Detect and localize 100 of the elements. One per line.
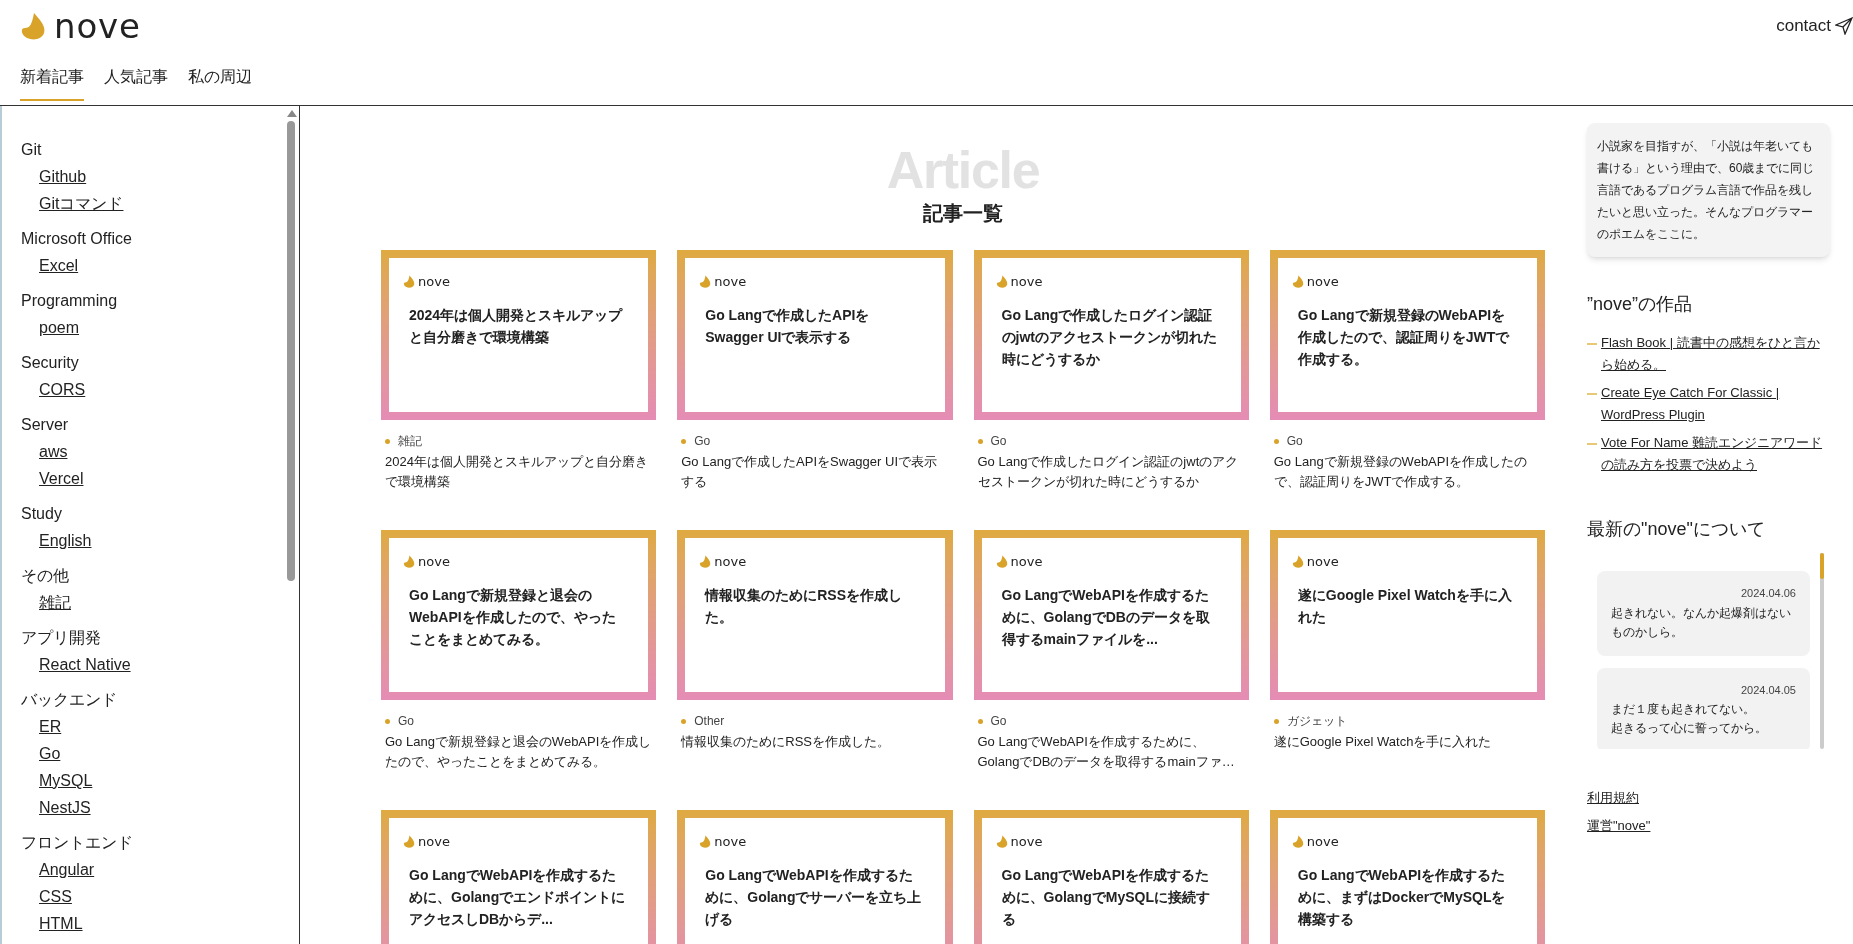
article-category: Go xyxy=(398,713,414,730)
card-title: Go LangでWebAPIを作成するために、Golangでサーバーを立ち上げる xyxy=(704,865,923,929)
article-category: ガジェット xyxy=(1286,713,1347,730)
category-link[interactable]: NestJS xyxy=(39,799,91,816)
nav-tab[interactable]: 人気記事 xyxy=(104,65,168,102)
logo-drop-icon xyxy=(20,11,46,40)
card-title: Go LangでWebAPIを作成するために、まずはDockerでMySQLを構築する xyxy=(1296,865,1507,929)
category-heading: Security xyxy=(21,353,80,373)
category-heading: フロントエンド xyxy=(21,833,134,853)
article-card[interactable]: nove Go Langで新規登録のWebAPIを作成したので、認証周りをJWTで作成する。 xyxy=(1269,250,1545,420)
card-brand: nove xyxy=(418,553,450,571)
card-title: 2024年は個人開発とスキルアップと自分磨きで環境構築 xyxy=(408,305,624,347)
category-link[interactable]: Github xyxy=(39,168,87,185)
article-card[interactable]: nove Go LangでWebAPIを作成するために、GolangでMySQLに接続する xyxy=(973,810,1249,944)
site-logo[interactable]: nove xyxy=(54,8,141,43)
nav-tab[interactable]: 新着記事 xyxy=(20,65,84,102)
card-brand: nove xyxy=(714,833,747,851)
category-link[interactable]: React Native xyxy=(39,656,131,673)
article-category: Go xyxy=(990,713,1007,730)
article-card[interactable]: nove Go LangでWebAPIを作成するために、GolangでエンドポイントにアクセスしDBからデ... xyxy=(381,810,657,944)
logo-drop-icon xyxy=(1291,275,1304,289)
category-link[interactable]: Excel xyxy=(39,257,79,274)
news-date: 2024.04.05 xyxy=(1739,682,1796,698)
category-link[interactable]: Gitコマンド xyxy=(39,195,124,212)
work-link[interactable]: Vote For Name 難読エンジニアワードの読み方を投票で決めよう xyxy=(1601,432,1830,476)
nav-tab[interactable]: 私の周辺 xyxy=(188,65,252,102)
article-card[interactable]: nove 遂にGoogle Pixel Watchを手に入れた xyxy=(1269,530,1545,700)
logo-drop-icon xyxy=(995,275,1008,289)
scrollbar[interactable] xyxy=(1820,553,1824,749)
card-title: Go LangでWebAPIを作成するために、GolangでMySQLに接続する xyxy=(1000,865,1211,929)
work-link[interactable]: Flash Book | 読書中の感想をひと言から始める。 xyxy=(1601,332,1830,376)
news-text: 起きるって心に誓ってから。 xyxy=(1611,720,1768,737)
section-heading: 記事一覧 xyxy=(923,201,1003,226)
category-heading: Programming xyxy=(21,291,119,311)
category-link[interactable]: Vercel xyxy=(39,470,84,487)
footer-link[interactable]: 運営"nove" xyxy=(1587,818,1651,833)
category-link[interactable]: CORS xyxy=(39,381,86,398)
logo-drop-icon xyxy=(995,835,1008,849)
logo-drop-icon xyxy=(1291,555,1304,569)
category-heading: Server xyxy=(21,415,70,435)
contact-link[interactable]: contact xyxy=(1776,12,1853,39)
category-link[interactable]: Go xyxy=(39,745,61,762)
category-link[interactable]: ER xyxy=(39,718,62,735)
article-excerpt: 遂にGoogle Pixel Watchを手に入れた xyxy=(1272,733,1493,751)
logo-drop-icon xyxy=(995,555,1008,569)
category-link[interactable]: aws xyxy=(39,443,68,460)
dash-icon xyxy=(1587,443,1597,445)
logo-drop-icon xyxy=(403,555,415,569)
news-text: 起きれない。なんか起爆剤はないものかしら。 xyxy=(1611,604,1792,641)
card-brand: nove xyxy=(1010,833,1043,851)
article-category: Go xyxy=(990,433,1007,450)
category-heading: バックエンド xyxy=(21,690,118,710)
work-link[interactable]: Create Eye Catch For Classic | WordPress Plugin xyxy=(1601,382,1830,426)
card-title: Go Langで新規登録と退会のWebAPIを作成したので、やったことをまとめてみる。 xyxy=(408,585,617,649)
article-excerpt: Go LangでWebAPIを作成するために、GolangでDBのデータを取得するmainファ… xyxy=(976,733,1236,771)
card-title: Go Langで作成したログイン認証のjwtのアクセストークンが切れた時にどうするか xyxy=(1000,305,1218,369)
article-card[interactable]: nove 2024年は個人開発とスキルアップと自分磨きで環境構築 xyxy=(381,250,657,420)
article-category: Go xyxy=(694,433,711,450)
article-card[interactable]: nove Go Langで作成したログイン認証のjwtのアクセストークンが切れた時にどうするか xyxy=(973,250,1249,420)
category-link[interactable]: 雑記 xyxy=(39,594,71,611)
category-link[interactable]: English xyxy=(39,532,92,549)
footer-link[interactable]: 利用規約 xyxy=(1587,790,1639,805)
news-heading: 最新の"nove"について xyxy=(1587,518,1766,541)
article-excerpt: 2024年は個人開発とスキルアップと自分磨きで環境構築 xyxy=(384,453,649,491)
dash-icon xyxy=(1587,343,1597,345)
article-card[interactable]: nove Go LangでWebAPIを作成するために、まずはDockerでMySQLを構築する xyxy=(1269,810,1545,944)
card-brand: nove xyxy=(1010,553,1043,571)
category-link[interactable]: Angular xyxy=(39,861,95,878)
article-card[interactable]: nove Go LangでWebAPIを作成するために、Golangでサーバーを立ち上げる xyxy=(677,810,953,944)
card-brand: nove xyxy=(418,273,450,291)
news-date: 2024.04.06 xyxy=(1739,586,1796,601)
article-card[interactable]: nove 情報収集のためにRSSを作成した。 xyxy=(677,530,953,700)
logo-drop-icon xyxy=(699,275,712,289)
logo-drop-icon xyxy=(1291,835,1304,849)
article-category: Go xyxy=(1286,433,1303,450)
logo-drop-icon xyxy=(699,555,712,569)
dash-icon xyxy=(1587,393,1597,395)
send-icon xyxy=(1835,16,1853,35)
article-card[interactable]: nove Go Langで新規登録と退会のWebAPIを作成したので、やったことをまとめてみる。 xyxy=(381,530,657,700)
card-title: Go LangでWebAPIを作成するために、GolangでDBのデータを取得するmainファイルを... xyxy=(1000,585,1211,649)
category-link[interactable]: CSS xyxy=(39,888,72,905)
category-link[interactable]: HTML xyxy=(39,915,83,932)
article-category: 雑記 xyxy=(398,433,422,450)
logo-drop-icon xyxy=(699,835,712,849)
news-text: まだ１度も起きれてない。 xyxy=(1611,701,1756,718)
logo-drop-icon xyxy=(403,835,415,849)
category-link[interactable]: MySQL xyxy=(39,772,93,789)
card-title: Go Langで作成したAPIをSwagger UIで表示する xyxy=(704,305,871,347)
category-heading: Microsoft Office xyxy=(21,229,133,249)
article-card[interactable]: nove Go Langで作成したAPIをSwagger UIで表示する xyxy=(677,250,953,420)
card-brand: nove xyxy=(1306,273,1339,291)
article-category: Other xyxy=(694,713,725,730)
article-excerpt: Go Langで作成したAPIをSwagger UIで表示する xyxy=(680,453,938,491)
article-card[interactable]: nove Go LangでWebAPIを作成するために、GolangでDBのデータを取得するmainファイルを... xyxy=(973,530,1249,700)
category-heading: Study xyxy=(21,504,63,524)
article-excerpt: Go Langで作成したログイン認証のjwtのアクセストークンが切れた時にどうするか xyxy=(976,453,1240,491)
category-link[interactable]: poem xyxy=(39,319,80,336)
logo-drop-icon xyxy=(403,275,415,289)
card-brand: nove xyxy=(714,553,747,571)
card-brand: nove xyxy=(418,833,450,851)
